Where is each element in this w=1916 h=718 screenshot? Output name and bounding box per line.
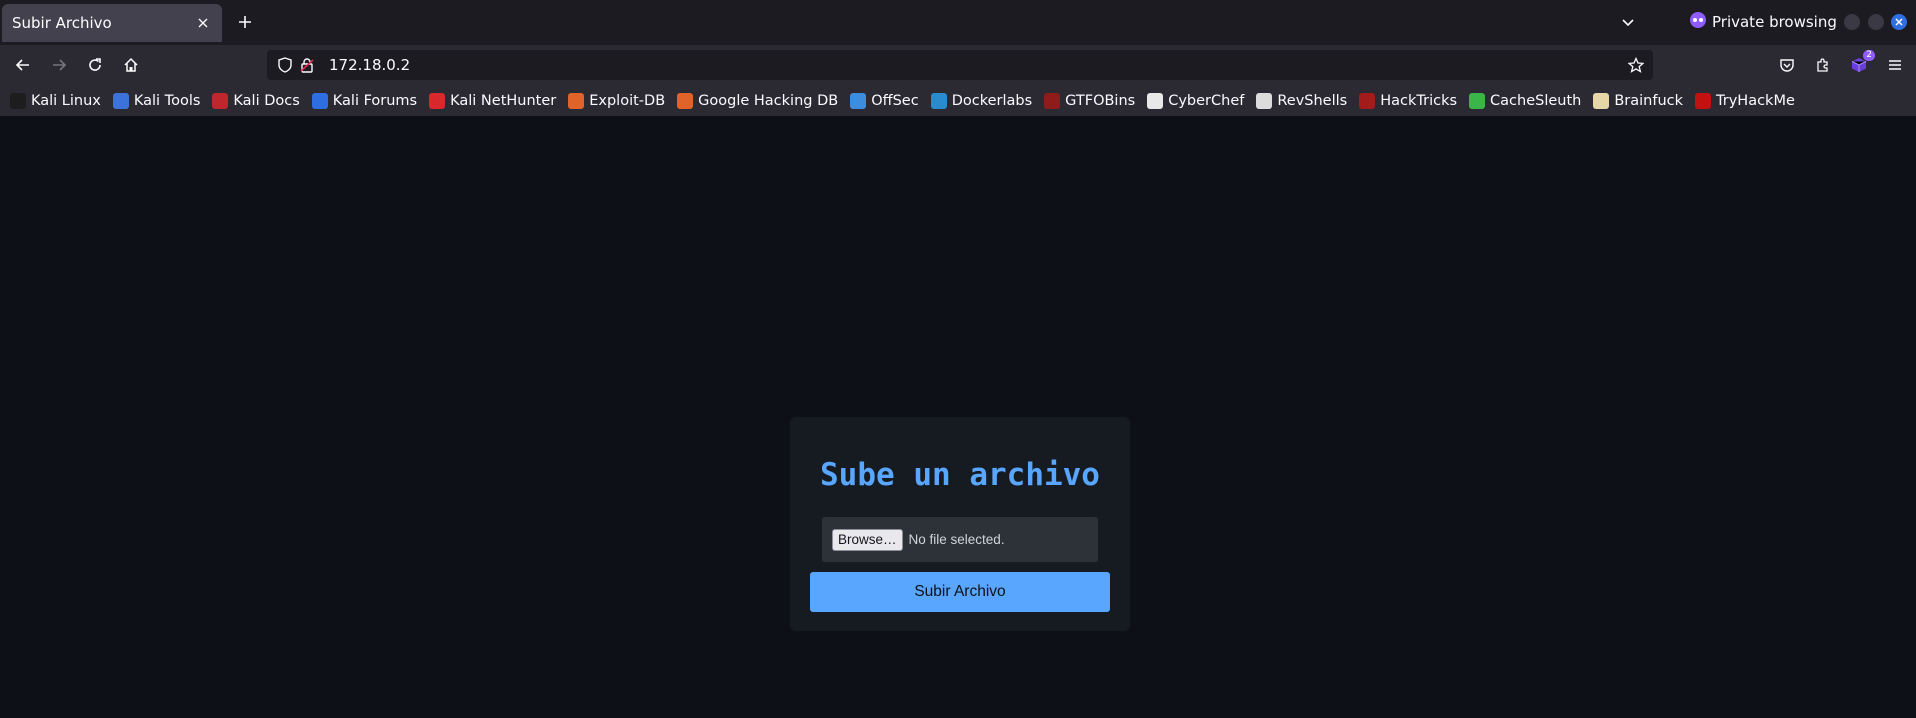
bookmark-label: CyberChef [1168, 92, 1245, 109]
browse-button[interactable]: Browse… [832, 528, 903, 551]
close-icon[interactable] [194, 14, 212, 32]
kali-dragon-icon [10, 92, 26, 109]
bookmark-item[interactable]: OffSec [850, 89, 919, 113]
tab-active[interactable]: Subir Archivo [2, 4, 222, 42]
lock-insecure-icon[interactable] [297, 55, 317, 75]
gtfobins-icon [1044, 92, 1061, 109]
exploit-db-icon [568, 92, 585, 109]
private-browsing-indicator: Private browsing [1690, 11, 1837, 33]
bookmark-item[interactable]: Kali Linux [10, 89, 101, 113]
home-button[interactable] [119, 53, 143, 77]
home-icon [124, 57, 138, 72]
bookmark-item[interactable]: HackTricks [1359, 89, 1457, 113]
bookmark-item[interactable]: Dockerlabs [930, 89, 1033, 113]
bookmark-label: RevShells [1277, 92, 1348, 109]
submit-upload-button[interactable]: Subir Archivo [810, 572, 1110, 612]
menu-button[interactable] [1883, 53, 1907, 77]
ghdb-icon [677, 92, 694, 109]
page-viewport: Sube un archivo Browse… No file selected… [0, 116, 1916, 718]
bookmark-label: GTFOBins [1065, 92, 1136, 109]
file-input[interactable]: Browse… No file selected. [822, 517, 1098, 562]
bookmark-item[interactable]: Google Hacking DB [677, 89, 838, 113]
brainfuck-icon [1593, 92, 1610, 109]
extensions-button[interactable] [1811, 53, 1835, 77]
offsec-icon [850, 92, 867, 109]
hacktricks-icon [1359, 92, 1376, 109]
tryhackme-icon [1695, 92, 1712, 109]
kali-tools-icon [112, 92, 129, 109]
private-browsing-label: Private browsing [1712, 13, 1837, 31]
kali-docs-icon [212, 92, 229, 109]
bookmark-label: Kali Forums [332, 92, 418, 109]
page-title: Sube un archivo [820, 457, 1100, 493]
dockerlabs-icon [930, 92, 947, 109]
bookmark-label: Dockerlabs [951, 92, 1033, 109]
shield-icon[interactable] [275, 55, 295, 75]
hamburger-menu-icon [1889, 60, 1901, 70]
nethunter-icon [429, 92, 446, 109]
forward-button[interactable] [47, 53, 71, 77]
bookmark-item[interactable]: Kali Tools [112, 89, 201, 113]
kali-forums-icon [311, 92, 328, 109]
chevron-down-icon[interactable] [1617, 11, 1639, 33]
tab-strip: Subir Archivo Private browsing [0, 0, 1916, 45]
bookmark-label: Kali Linux [31, 92, 101, 109]
back-button[interactable] [11, 53, 35, 77]
bookmark-star-icon[interactable] [1625, 54, 1647, 76]
bookmark-item[interactable]: RevShells [1256, 89, 1347, 113]
bookmark-label: Brainfuck [1614, 92, 1684, 109]
bookmark-label: Exploit-DB [589, 92, 666, 109]
bookmark-item[interactable]: TryHackMe [1695, 89, 1795, 113]
bookmark-label: CacheSleuth [1490, 92, 1582, 109]
reload-icon [89, 58, 101, 71]
extension-cube-button[interactable]: 2 [1847, 50, 1875, 77]
bookmark-item[interactable]: CacheSleuth [1469, 89, 1581, 113]
upload-card: Sube un archivo Browse… No file selected… [790, 417, 1130, 631]
pocket-button[interactable] [1775, 53, 1799, 77]
minimize-button[interactable] [1844, 14, 1860, 30]
bookmark-label: Kali Tools [133, 92, 201, 109]
bookmark-label: Kali NetHunter [450, 92, 557, 109]
bookmark-label: Kali Docs [233, 92, 300, 109]
bookmarks-toolbar: Kali Linux Kali Tools Kali Docs Kali Forums… [0, 85, 1916, 116]
navigation-toolbar: 172.18.0.2 2 [0, 45, 1916, 85]
skull-icon [1256, 92, 1273, 109]
bookmark-item[interactable]: Kali Forums [311, 89, 418, 113]
bookmark-label: OffSec [871, 92, 919, 109]
url-text[interactable]: 172.18.0.2 [329, 56, 1625, 74]
pocket-icon [1780, 59, 1794, 72]
url-bar[interactable]: 172.18.0.2 [267, 50, 1653, 80]
bookmark-item[interactable]: Brainfuck [1593, 89, 1683, 113]
arrow-left-icon [15, 59, 29, 71]
maximize-button[interactable] [1868, 14, 1884, 30]
private-mask-icon [1690, 12, 1706, 32]
bookmark-label: HackTricks [1380, 92, 1458, 109]
cachesleuth-icon [1469, 92, 1486, 109]
bookmark-label: TryHackMe [1716, 92, 1795, 109]
bookmark-item[interactable]: Kali Docs [212, 89, 300, 113]
new-tab-button[interactable] [234, 11, 256, 33]
reload-button[interactable] [83, 53, 107, 77]
puzzle-icon [1817, 58, 1828, 72]
extension-badge: 2 [1863, 50, 1875, 61]
arrow-right-icon [53, 59, 67, 71]
bookmark-item[interactable]: Exploit-DB [568, 89, 665, 113]
bookmark-item[interactable]: CyberChef [1147, 89, 1244, 113]
tab-title: Subir Archivo [12, 14, 112, 32]
bookmark-item[interactable]: GTFOBins [1044, 89, 1135, 113]
bookmark-label: Google Hacking DB [698, 92, 839, 109]
cyberchef-icon [1147, 92, 1164, 109]
file-status-text: No file selected. [908, 532, 1005, 547]
window-close-button[interactable] [1891, 14, 1907, 30]
bookmark-item[interactable]: Kali NetHunter [429, 89, 556, 113]
